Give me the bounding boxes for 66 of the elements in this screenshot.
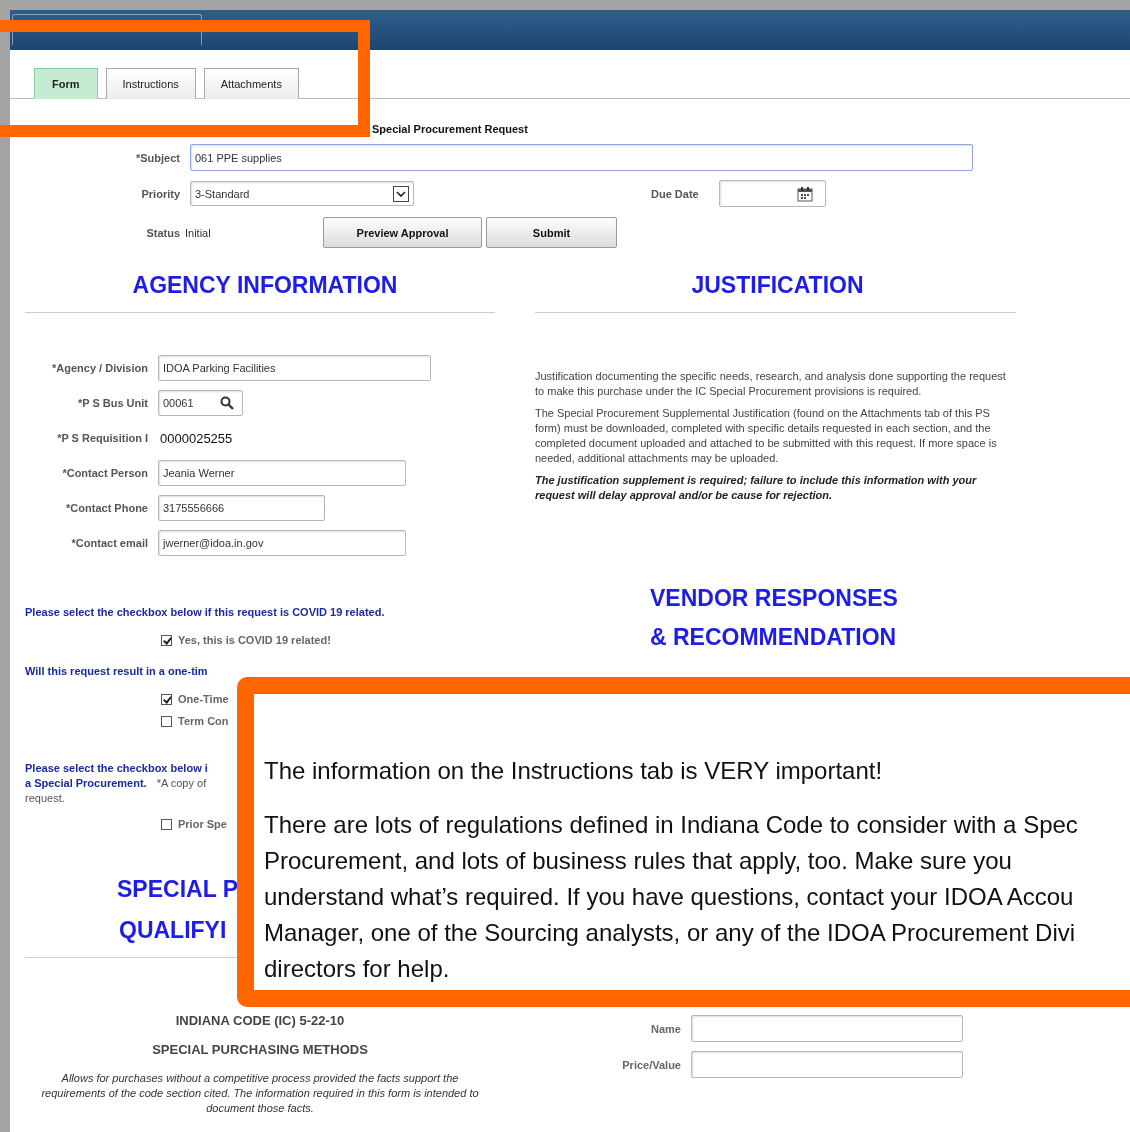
field-label: *Contact email (70, 537, 148, 549)
input-field[interactable] (691, 1051, 963, 1078)
input-field[interactable] (691, 1015, 963, 1042)
search-icon[interactable] (220, 396, 234, 410)
prior-prompt: a Special Procurement. (25, 776, 147, 791)
field-label: *P S Bus Unit (76, 397, 148, 409)
action-button[interactable]: Preview Approval (323, 217, 482, 248)
checkbox-label: Prior Spe (178, 818, 227, 830)
field-label: *Agency / Division (51, 362, 148, 374)
input-field[interactable]: IDOA Parking Facilities (158, 355, 431, 381)
field-label: Status (145, 226, 180, 239)
callout-text: Manager, one of the Sourcing analysts, or any of the IDOA Procurement Divi (264, 918, 1077, 948)
checkbox[interactable] (161, 818, 172, 830)
input-field[interactable]: jwerner@idoa.in.gov (158, 530, 406, 556)
covid-prompt: Please select the checkbox below if this request is COVID 19 related. (25, 606, 386, 618)
callout-text: There are lots of regulations defined in Indiana Code to consider with a Spec (264, 810, 1079, 840)
status-value: Initial (185, 226, 212, 239)
callout-text: Procurement, and lots of business rules that apply, too. Make sure you (264, 846, 1013, 876)
checkbox-label: One-Time (178, 693, 229, 705)
dropdown-icon (393, 185, 409, 202)
note-text: *A copy of (156, 776, 207, 791)
checkbox-label: Term Con (178, 715, 229, 727)
action-button[interactable]: Submit (486, 217, 617, 248)
section-heading: AGENCY INFORMATION (131, 271, 399, 300)
field-label: Price/Value (621, 1058, 681, 1071)
input-field[interactable]: 3175556666 (158, 495, 325, 521)
code-description: Allows for purchases without a competitive process provided the facts support the requirements of the code section cited. The information required in this form is intended to document those facts. (40, 1071, 480, 1116)
tab[interactable]: Instructions (105, 68, 196, 99)
section-heading: JUSTIFICATION (690, 271, 865, 300)
justification-text: The Special Procurement Supplemental Justification (found on the Attachments tab of this PS form) must be downloaded, completed with specific details requested in each section, and the completed document uploaded and attached to be submitted with this request. If more space is needed, additional attachments may be uploaded. (535, 406, 998, 466)
callout-text: directors for help. (264, 954, 451, 984)
section-heading: QUALIFYI (119, 916, 227, 945)
priority-select[interactable]: 3-Standard (190, 181, 414, 206)
field-label: Priority (140, 187, 180, 200)
callout-text: The information on the Instructions tab is VERY important! (264, 757, 884, 785)
due-date-field[interactable] (719, 180, 826, 207)
checkbox-label: Yes, this is COVID 19 related! (178, 634, 331, 646)
subject-field[interactable]: 061 PPE supplies (190, 144, 973, 171)
field-label: *Contact Phone (65, 502, 148, 514)
note-text: request. (25, 791, 66, 806)
form-title: Special Procurement Request (372, 123, 529, 135)
field-label: Due Date (651, 187, 700, 200)
warning-text: The justification supplement is required; failure to include this information with your request will delay approval and/or be cause for rejection. (535, 473, 978, 503)
field-label: *Contact Person (61, 467, 148, 479)
tab[interactable]: Form (34, 68, 98, 99)
checkbox[interactable] (161, 715, 172, 727)
tab[interactable]: Attachments (203, 68, 299, 99)
code-title: INDIANA CODE (IC) 5-22-10 (174, 1013, 346, 1028)
callout-text: understand what’s required. If you have questions, contact your IDOA Accou (264, 882, 1075, 912)
field-label: Name (650, 1022, 681, 1035)
field-label: *P S Requisition I (56, 432, 148, 444)
calendar-icon (797, 185, 813, 202)
input-field[interactable]: Jeania Werner (158, 460, 406, 486)
section-heading: & RECOMMENDATION (649, 623, 898, 652)
purchase-type-prompt: Will this request result in a one-tim (25, 665, 208, 677)
prior-prompt: Please select the checkbox below i (25, 761, 208, 776)
field-label: *Subject (135, 151, 180, 164)
requisition-value: 0000025255 (160, 430, 233, 446)
justification-text: Justification documenting the specific needs, research, and analysis done supporting the request to make this purchase under the IC Special Procurement provisions is required. (535, 369, 1007, 399)
code-subtitle: SPECIAL PURCHASING METHODS (151, 1042, 369, 1057)
checkbox[interactable] (161, 634, 172, 646)
section-heading: SPECIAL P (117, 875, 238, 904)
input-field[interactable]: 00061 (158, 390, 243, 416)
header-tab[interactable] (12, 14, 202, 45)
checkbox[interactable] (161, 693, 172, 705)
section-heading: VENDOR RESPONSES (649, 584, 899, 613)
